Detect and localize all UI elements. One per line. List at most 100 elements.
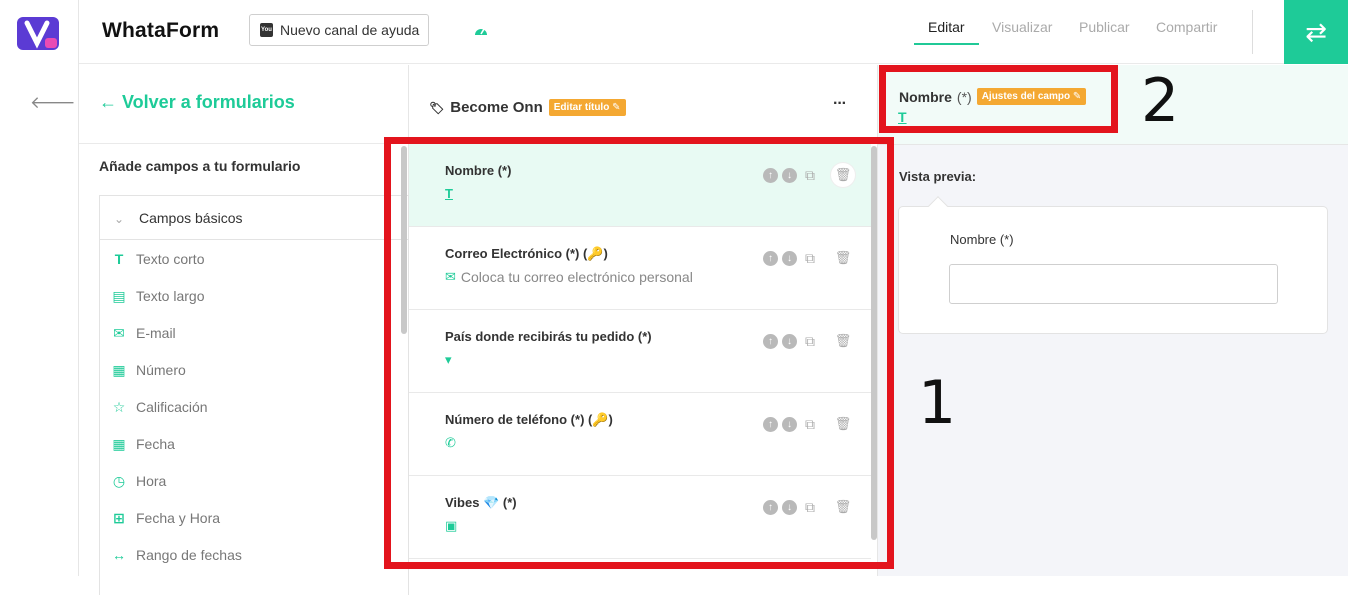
text-icon: T [898,109,907,125]
preview-name-input[interactable] [949,264,1278,304]
move-up-icon[interactable]: ↑ [763,167,778,183]
form-field-card[interactable]: Nombre (*) T ↑ ↓ ⧉ 🗑 [409,144,871,227]
required-marker: (*) [956,88,972,105]
trash-icon[interactable]: 🗑 [831,329,855,353]
field-actions: ↑ ↓ ⧉ 🗑 [763,163,855,187]
dropdown-icon: ▾ [445,352,452,367]
preview-title: Vista previa: [899,169,977,184]
field-label: Vibes 💎 (*) [445,495,517,510]
calendar-icon: ▦ [112,435,126,452]
field-actions: ↑ ↓ ⧉ 🗑 [763,329,855,353]
help-channel-label: Nuevo canal de ayuda [280,22,420,38]
trash-icon[interactable]: 🗑 [831,246,855,270]
field-type: ✆ [445,435,456,451]
field-type-label: Rango de fechas [136,547,242,563]
field-type-label: Número [136,362,186,378]
field-type-rating[interactable]: ☆ Calificación [111,396,208,418]
field-help-text: ✉ Coloca tu correo electrónico personal [445,269,693,285]
active-tab-underline [914,43,979,45]
move-down-icon[interactable]: ↓ [782,333,797,349]
edit-title-button[interactable]: Editar título ✎ [548,99,626,116]
field-label: Correo Electrónico (*) (🔑) [445,246,608,261]
calendar-plus-icon: ⊞ [113,509,125,526]
list-scrollbar-right[interactable] [871,146,877,540]
duplicate-icon[interactable]: ⧉ [801,499,819,516]
form-field-card[interactable]: Número de teléfono (*) (🔑) ✆ ↑ ↓ ⧉ 🗑 [409,393,871,476]
field-type-date-range[interactable]: ↔ Rango de fechas [111,544,242,566]
basic-fields-toggle[interactable]: ⌄ Campos básicos [100,196,410,240]
field-type-datetime[interactable]: ⊞ Fecha y Hora [111,507,220,529]
tab-visualizar[interactable]: Visualizar [992,19,1052,35]
move-up-icon[interactable]: ↑ [763,416,778,432]
move-up-icon[interactable]: ↑ [763,333,778,349]
dashboard-icon[interactable] [474,24,488,38]
field-actions: ↑ ↓ ⧉ 🗑 [763,412,855,436]
field-sub-text: Coloca tu correo electrónico personal [460,269,693,285]
selected-field-label: Nombre [899,88,952,105]
preview-field-label: Nombre (*) [950,232,1014,247]
field-type-time[interactable]: ◷ Hora [111,470,166,492]
field-settings-panel: Nombre (*) Ajustes del campo ✎ T Vista p… [878,65,1348,576]
field-actions: ↑ ↓ ⧉ 🗑 [763,495,855,519]
swap-arrows-button[interactable]: ⇄ [1284,0,1348,64]
star-icon: ☆ [112,398,126,415]
form-title: 🏷 Become Onn Editar título ✎ [429,99,626,116]
move-down-icon[interactable]: ↓ [782,167,797,183]
duplicate-icon[interactable]: ⧉ [801,416,819,433]
youtube-icon: You [260,23,273,37]
field-type-label: Fecha [136,436,175,452]
more-options-icon[interactable]: ··· [833,95,847,113]
selected-field-name: Nombre (*) Ajustes del campo ✎ [899,88,1087,105]
envelope-icon: ✉ [113,324,125,341]
header-divider [1252,10,1253,54]
chevron-down-icon: ⌄ [114,211,125,226]
form-field-card[interactable]: País donde recibirás tu pedido (*) ▾ ↑ ↓… [409,310,871,393]
text-icon: T [114,251,124,267]
image-icon: ▣ [445,518,458,533]
move-down-icon[interactable]: ↓ [782,416,797,432]
tab-publicar[interactable]: Publicar [1079,19,1130,35]
annotation-number-1: 1 [918,368,957,438]
list-scrollbar-left[interactable] [401,146,407,334]
tab-editar[interactable]: Editar [928,19,965,35]
field-label: País donde recibirás tu pedido (*) [445,329,652,344]
duplicate-icon[interactable]: ⧉ [801,333,819,350]
trash-icon[interactable]: 🗑 [831,163,855,187]
move-up-icon[interactable]: ↑ [763,499,778,515]
tab-compartir[interactable]: Compartir [1156,19,1217,35]
field-type-long-text[interactable]: ▤ Texto largo [111,285,204,307]
annotation-number-2: 2 [1141,66,1180,136]
field-settings-label: Ajustes del campo [981,91,1071,102]
move-down-icon[interactable]: ↓ [782,250,797,266]
back-to-forms-link[interactable]: ← Volver a formularios [99,92,295,113]
field-type-label: Fecha y Hora [136,510,221,526]
range-arrows-icon: ↔ [112,547,126,563]
duplicate-icon[interactable]: ⧉ [801,250,819,267]
field-type-email[interactable]: ✉ E-mail [111,322,176,344]
field-type-date[interactable]: ▦ Fecha [111,433,175,455]
trash-icon[interactable]: 🗑 [831,412,855,436]
form-field-card[interactable]: Correo Electrónico (*) (🔑) ✉ Coloca tu c… [409,227,871,310]
divider [79,143,409,144]
field-actions: ↑ ↓ ⧉ 🗑 [763,246,855,270]
field-settings-button[interactable]: Ajustes del campo ✎ [976,88,1087,105]
field-type: T [445,186,453,201]
field-type-number[interactable]: ▦ Número [111,359,186,381]
move-up-icon[interactable]: ↑ [763,250,778,266]
calculator-icon: ▦ [112,361,126,378]
preview-card: Nombre (*) [898,196,1328,334]
duplicate-icon[interactable]: ⧉ [801,167,819,184]
field-library-panel: ← Volver a formularios Añade campos a tu… [79,65,410,595]
field-type-short-text[interactable]: T Texto corto [111,248,205,270]
field-label: Número de teléfono (*) (🔑) [445,412,613,427]
back-arrow-icon[interactable]: 🡐 [30,93,76,113]
field-type-label: Calificación [136,399,208,415]
document-icon: ▤ [112,287,126,304]
form-field-card[interactable]: Vibes 💎 (*) ▣ ↑ ↓ ⧉ 🗑 [409,476,871,559]
trash-icon[interactable]: 🗑 [831,495,855,519]
field-type-label: E-mail [136,325,176,341]
help-channel-button[interactable]: You Nuevo canal de ayuda [249,14,429,46]
move-down-icon[interactable]: ↓ [782,499,797,515]
whataform-logo[interactable] [17,17,59,50]
field-label: Nombre (*) [445,163,512,178]
